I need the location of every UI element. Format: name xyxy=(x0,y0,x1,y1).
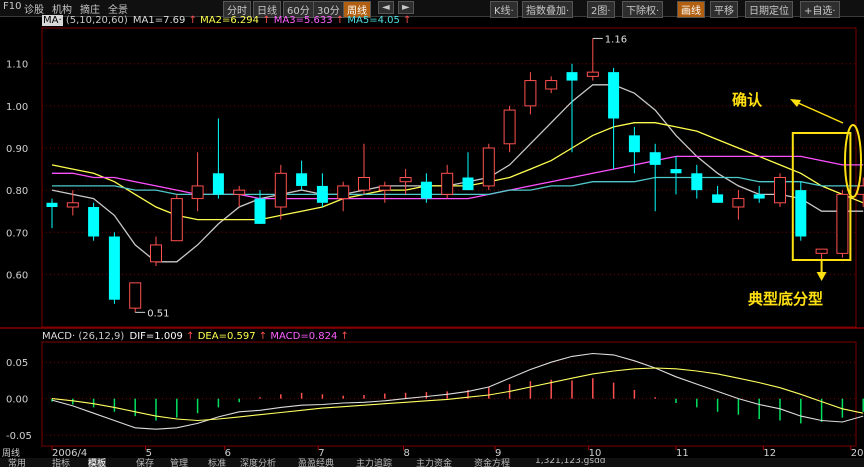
candle-body-down xyxy=(753,194,765,199)
bottom-tab-11[interactable]: 1,321,123.gsdd xyxy=(535,458,606,466)
bottom-tab-2[interactable]: 模板 xyxy=(88,458,107,467)
pattern-label: 典型底分型 xyxy=(748,290,823,308)
candle-body-up xyxy=(150,244,162,263)
candle-body-up xyxy=(66,202,79,208)
macd-ytick-label: 0.05 xyxy=(6,358,28,369)
dea-line xyxy=(51,367,864,422)
candle-body-down xyxy=(316,185,328,203)
candle-body-up xyxy=(399,177,412,183)
candle-body-up xyxy=(503,109,516,145)
xtick-label: 11 xyxy=(676,448,689,458)
xtick-label: 7 xyxy=(318,448,324,458)
candle-body-up xyxy=(378,185,391,191)
candle-body-down xyxy=(649,152,661,165)
candle-body-down xyxy=(795,190,807,237)
macd-ytick-label: -0.05 xyxy=(6,431,32,442)
price-ytick-label: 0.90 xyxy=(6,144,28,155)
candle-body-down xyxy=(46,202,58,207)
candle-body-up xyxy=(129,282,142,309)
bottom-tab-8[interactable]: 主力追踪 xyxy=(356,458,392,467)
candle-body-down xyxy=(566,72,578,81)
xtick-label: 5 xyxy=(146,448,152,458)
candle-body-down xyxy=(88,207,100,237)
bottom-tab-9[interactable]: 主力资金 xyxy=(416,458,452,467)
candle-body-up xyxy=(482,147,495,187)
bottom-tab-7[interactable]: 盈盈经典 xyxy=(298,458,334,467)
pattern-arrow-head xyxy=(816,272,827,281)
candle-body-down xyxy=(462,177,474,191)
candle-body-up xyxy=(545,80,558,90)
dif-line xyxy=(51,352,864,430)
bottom-tab-10[interactable]: 资金方程 xyxy=(474,458,510,467)
xtick-label: 2007/1 xyxy=(851,448,864,458)
xtick-label: 12 xyxy=(763,448,776,458)
confirm-label: 确认 xyxy=(732,91,763,109)
candle-body-down xyxy=(420,181,432,199)
candle-body-down xyxy=(254,198,266,224)
bottom-tabs: 常用 指标 模板 保存 管理 标准 深度分析 盈盈经典 主力追踪 主力资金 资金方程 1,321,12… xyxy=(0,458,864,467)
candle-body-down xyxy=(712,194,724,203)
price-ytick-label: 1.00 xyxy=(6,102,28,113)
xtick-label: 10 xyxy=(589,448,602,458)
candle-body-down xyxy=(108,236,120,300)
confirm-arrow-shaft xyxy=(795,101,844,124)
candle-body-down xyxy=(608,72,620,119)
candle-body-up xyxy=(836,193,849,254)
bottom-tab-5[interactable]: 标准 xyxy=(208,458,226,467)
candle-body-up xyxy=(191,185,204,200)
candle-body-down xyxy=(296,173,308,186)
candle-body-up xyxy=(524,80,537,107)
candle-body-up xyxy=(337,185,350,200)
candle-body-up xyxy=(732,198,745,208)
candle-body-down xyxy=(628,135,640,153)
candle-body-up xyxy=(358,177,370,191)
candle-body-down xyxy=(212,173,224,195)
chart-canvas[interactable]: 1.10 1.00 0.90 0.80 0.70 0.60 0.05 0.00 -0.05 1.1… xyxy=(0,0,864,458)
candle-body-down xyxy=(691,173,703,191)
xtick-label: 9 xyxy=(495,448,501,458)
price-ytick-label: 0.70 xyxy=(6,228,28,239)
high-price-label: 1.16 xyxy=(605,34,627,45)
candle-body-up xyxy=(233,189,246,195)
candle-body-up xyxy=(170,198,183,242)
bottom-tab-6[interactable]: 深度分析 xyxy=(240,458,276,467)
bottom-tab-1[interactable]: 指标 xyxy=(52,458,70,467)
candle-body-up xyxy=(774,177,786,204)
candle-body-up xyxy=(441,172,454,195)
macd-ytick-label: 0.00 xyxy=(6,395,28,406)
price-ytick-label: 1.10 xyxy=(6,60,28,71)
period-label: 周线 xyxy=(2,447,20,458)
bottom-tab-4[interactable]: 管理 xyxy=(170,458,188,467)
candle-body-up xyxy=(274,172,287,208)
price-ytick-label: 0.60 xyxy=(6,270,28,281)
xtick-label: 2006/4 xyxy=(52,448,87,458)
bottom-tab-3[interactable]: 保存 xyxy=(136,458,154,467)
low-price-label: 0.51 xyxy=(147,308,169,319)
price-ytick-label: 0.80 xyxy=(6,186,28,197)
xtick-label: 6 xyxy=(225,448,231,458)
xtick-label: 8 xyxy=(404,448,410,458)
candle-body-up xyxy=(586,71,599,77)
candle-body-up xyxy=(815,248,828,254)
bottom-tab-0[interactable]: 常用 xyxy=(8,458,26,467)
candle-body-down xyxy=(670,169,682,174)
